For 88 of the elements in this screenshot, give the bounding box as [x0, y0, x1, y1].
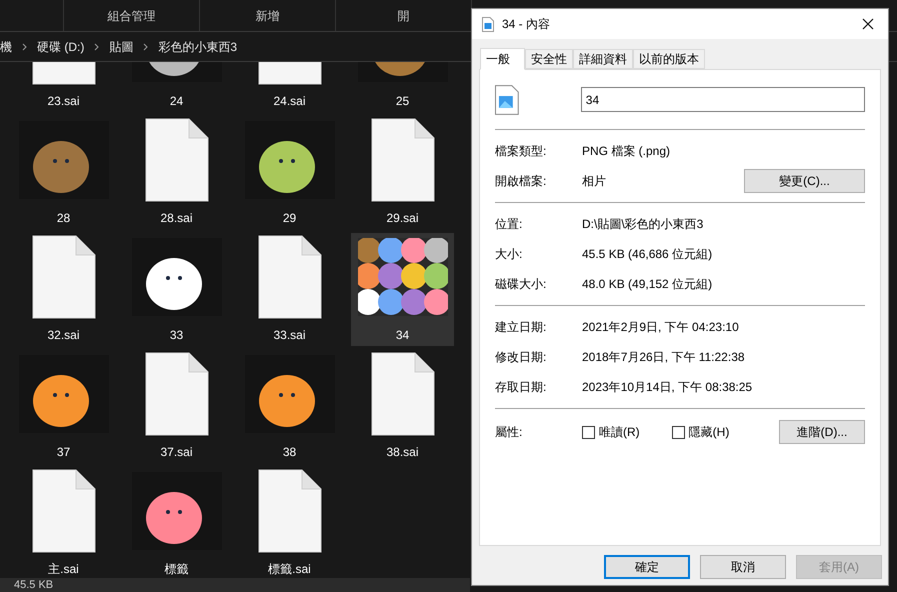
blank-file-icon [258, 235, 322, 319]
tab[interactable]: 一般 [480, 48, 525, 70]
checkbox[interactable]: 隱藏(H) [672, 423, 730, 441]
status-text: 45.5 KB [14, 578, 54, 592]
file-item[interactable]: 28 [12, 116, 115, 229]
file-name: 24.sai [273, 93, 306, 110]
file-name: 28.sai [160, 210, 193, 227]
change-button[interactable]: 變更(C)... [744, 169, 865, 193]
file-item[interactable]: 38.sai [351, 350, 454, 463]
image-file-icon [495, 84, 519, 114]
breadcrumb-item[interactable]: 貼圖 [109, 38, 134, 56]
chevron-icon [22, 42, 27, 50]
file-name: 標籤 [164, 561, 188, 577]
file-item[interactable]: 23.sai [12, 62, 115, 112]
property-value: 2023年10月14日, 下午 08:38:25 [582, 379, 752, 396]
blank-file-icon [32, 235, 96, 319]
file-name: 主.sai [48, 561, 79, 577]
window-title: 34 - 內容 [502, 16, 550, 33]
file-name: 標籤.sai [268, 561, 311, 577]
property-label: 存取日期: [495, 379, 548, 396]
property-label: 屬性: [495, 424, 524, 441]
file-item[interactable]: 29.sai [351, 116, 454, 229]
chevron-icon [94, 42, 100, 50]
file-name: 38.sai [386, 444, 419, 461]
tab[interactable]: 詳細資料 [573, 49, 633, 69]
image-file-icon [482, 16, 494, 32]
property-label: 修改日期: [495, 349, 548, 366]
blank-file-icon [144, 352, 208, 436]
file-item[interactable]: 標籤 [125, 467, 228, 577]
file-item[interactable]: 主.sai [12, 467, 115, 577]
file-item[interactable]: 37 [12, 350, 115, 463]
file-item[interactable]: 25 [351, 62, 454, 112]
property-value: PNG 檔案 (.png) [582, 143, 670, 160]
file-name: 33.sai [273, 327, 306, 344]
close-icon [862, 18, 874, 30]
file-name: 28 [56, 210, 70, 227]
property-value: 2018年7月26日, 下午 11:22:38 [582, 349, 745, 366]
property-value: 2021年2月9日, 下午 04:23:10 [582, 319, 739, 336]
checkbox[interactable]: 唯讀(R) [582, 423, 640, 441]
file-item[interactable]: 24 [125, 62, 228, 112]
property-label: 檔案類型: [495, 143, 548, 160]
property-label: 磁碟大小: [495, 276, 548, 293]
property-label: 位置: [495, 216, 524, 233]
file-name-field[interactable]: 34 [580, 87, 865, 112]
chevron-icon [143, 42, 148, 50]
file-item[interactable]: 32.sai [12, 233, 115, 346]
property-value: 45.5 KB (46,686 位元組) [582, 246, 712, 263]
blank-file-icon [370, 352, 434, 436]
ribbon-group-label: 組合管理 [64, 0, 200, 31]
file-item[interactable]: 37.sai [125, 350, 228, 463]
advanced-button[interactable]: 進階(D)... [779, 420, 865, 444]
file-name: 38 [282, 444, 296, 461]
tab[interactable]: 安全性 [525, 49, 573, 69]
file-item[interactable]: 29 [238, 116, 341, 229]
breadcrumb-item[interactable]: 機 [0, 38, 12, 56]
file-name: 33 [170, 327, 184, 344]
dialog-button[interactable]: 取消 [700, 555, 786, 579]
blank-file-icon [370, 118, 434, 202]
file-name: 25 [396, 93, 410, 110]
blank-file-icon [32, 469, 96, 553]
tab[interactable]: 以前的版本 [633, 49, 705, 69]
blank-file-icon [258, 469, 322, 553]
file-item[interactable]: 24.sai [238, 62, 341, 112]
file-item[interactable]: 33 [125, 233, 228, 346]
file-name: 29.sai [386, 210, 419, 227]
file-name: 37.sai [160, 444, 193, 461]
dialog-button[interactable]: 確定 [604, 555, 690, 579]
file-name: 34 [396, 327, 410, 344]
file-item[interactable]: 34 [351, 233, 454, 346]
file-item[interactable]: 28.sai [125, 116, 228, 229]
property-value: 48.0 KB (49,152 位元組) [582, 276, 712, 293]
file-name: 24 [170, 93, 184, 110]
file-item[interactable]: 標籤.sai [238, 467, 341, 577]
blank-file-icon [144, 118, 208, 202]
property-label: 建立日期: [495, 319, 548, 336]
breadcrumb-item[interactable]: 硬碟 (D:) [37, 38, 84, 56]
file-name: 37 [56, 444, 70, 461]
file-item[interactable]: 33.sai [238, 233, 341, 346]
property-label: 開啟檔案: [495, 173, 548, 190]
file-name: 29 [282, 210, 296, 227]
ribbon-group-label: 新增 [200, 0, 336, 31]
property-value: 相片 [582, 173, 606, 190]
file-name: 23.sai [47, 93, 80, 110]
file-name: 32.sai [47, 327, 80, 344]
property-label: 大小: [495, 246, 524, 263]
property-value: D:\貼圖\彩色的小東西3 [582, 216, 704, 233]
file-item[interactable]: 38 [238, 350, 341, 463]
breadcrumb-item[interactable]: 彩色的小東西3 [158, 38, 238, 56]
